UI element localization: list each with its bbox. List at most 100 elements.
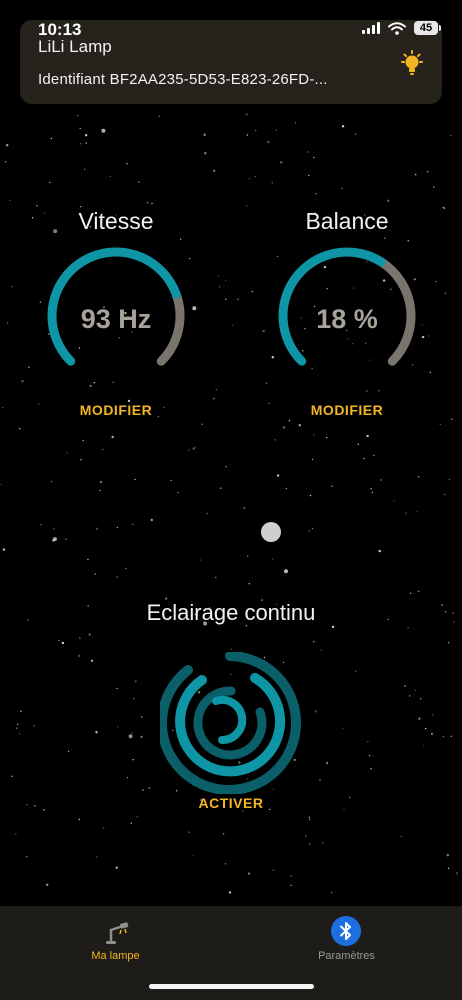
star: [309, 494, 312, 497]
star: [450, 134, 452, 137]
star: [215, 388, 217, 391]
star: [215, 576, 217, 579]
star: [116, 526, 119, 529]
star: [342, 727, 344, 729]
star: [95, 731, 98, 734]
star: [439, 423, 441, 425]
star: [21, 380, 24, 383]
star: [245, 113, 248, 116]
star: [201, 423, 203, 425]
star: [282, 426, 286, 429]
continuous-lighting-spiral-icon[interactable]: [160, 652, 302, 794]
star: [429, 371, 431, 374]
balance-modify-button[interactable]: MODIFIER: [272, 402, 422, 418]
starfield-background: [0, 113, 459, 894]
star: [230, 648, 232, 650]
star: [90, 659, 94, 662]
star: [368, 754, 371, 757]
star: [262, 329, 265, 333]
star: [294, 122, 297, 124]
star: [192, 855, 194, 857]
star: [311, 527, 314, 530]
tab-my-lamp[interactable]: Ma lampe: [0, 906, 231, 966]
balance-value: 18 %: [316, 304, 378, 334]
speed-modify-button[interactable]: MODIFIER: [41, 402, 191, 418]
star: [232, 324, 234, 327]
star: [308, 818, 311, 821]
lightbulb-icon[interactable]: [400, 50, 424, 78]
star: [247, 555, 249, 557]
star: [284, 569, 288, 574]
star: [111, 435, 114, 439]
star: [225, 279, 227, 282]
star: [213, 169, 216, 172]
star: [404, 685, 406, 687]
star: [94, 573, 97, 575]
star: [272, 558, 274, 560]
star: [38, 403, 40, 405]
star: [378, 390, 380, 392]
star: [298, 424, 301, 427]
star: [267, 140, 270, 144]
star: [354, 133, 357, 135]
star: [367, 740, 369, 743]
star: [400, 835, 402, 838]
star: [326, 762, 328, 764]
star: [78, 818, 80, 821]
star: [18, 733, 21, 735]
star: [320, 649, 322, 651]
star: [349, 796, 351, 799]
star: [387, 199, 390, 202]
star: [36, 205, 38, 207]
star: [101, 128, 106, 133]
star: [442, 206, 444, 209]
star: [132, 523, 134, 525]
home-indicator: [149, 984, 314, 989]
star: [423, 744, 425, 747]
star: [446, 854, 449, 857]
star: [142, 789, 144, 791]
star: [58, 639, 60, 642]
star: [49, 181, 51, 184]
star: [136, 816, 139, 818]
star: [89, 384, 92, 388]
star: [421, 335, 425, 339]
star: [140, 735, 143, 738]
star: [11, 285, 13, 288]
star: [222, 833, 225, 835]
tab-settings[interactable]: Paramètres: [231, 906, 462, 966]
star: [363, 457, 365, 460]
page-indicator-dot[interactable]: [261, 522, 281, 542]
star: [4, 161, 7, 163]
star: [288, 419, 291, 422]
star: [109, 175, 112, 178]
star: [188, 831, 190, 833]
star: [254, 175, 257, 178]
star: [447, 867, 450, 869]
star: [77, 654, 81, 658]
star: [116, 687, 118, 690]
star: [126, 776, 129, 779]
star: [225, 298, 227, 300]
star: [84, 168, 86, 170]
star: [203, 133, 206, 136]
star: [308, 816, 310, 818]
star: [415, 173, 417, 176]
status-time: 10:13: [38, 20, 82, 39]
star: [272, 869, 274, 871]
star: [246, 134, 248, 136]
activate-continuous-button[interactable]: ACTIVER: [156, 795, 306, 811]
status-icons: 45: [362, 21, 441, 35]
star: [6, 144, 9, 147]
star: [311, 458, 314, 461]
star: [146, 202, 149, 204]
star: [407, 626, 409, 629]
star: [133, 698, 135, 700]
star: [26, 856, 28, 858]
star: [177, 492, 179, 494]
star: [46, 883, 49, 886]
star: [444, 493, 446, 496]
star: [132, 759, 134, 761]
star: [138, 181, 140, 183]
star: [355, 670, 357, 672]
